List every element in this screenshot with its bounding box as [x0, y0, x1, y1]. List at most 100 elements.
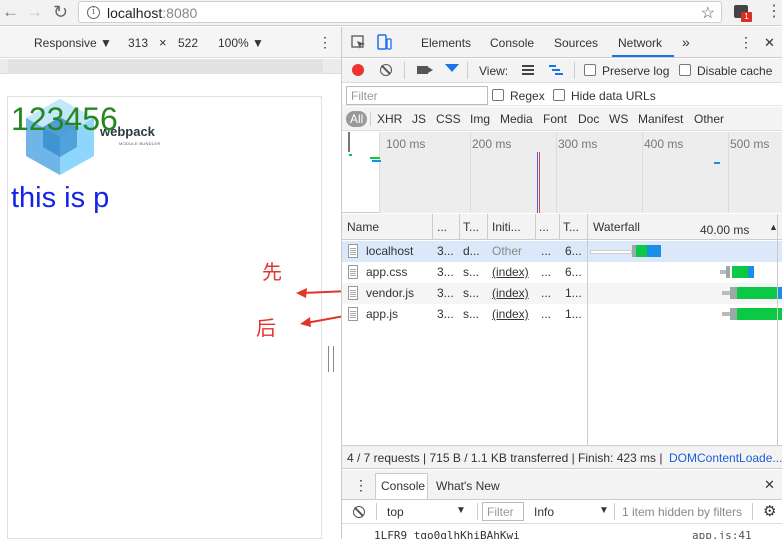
request-name[interactable]: vendor.js	[366, 286, 414, 300]
request-size: ...	[541, 286, 552, 300]
column-name-header[interactable]: Name	[347, 220, 379, 234]
console-filter-input[interactable]: Filter	[482, 502, 524, 521]
page-heading: 123456	[11, 101, 118, 137]
request-name[interactable]: app.css	[366, 265, 407, 279]
filter-funnel-icon[interactable]	[445, 64, 459, 72]
viewport-resize-handle[interactable]	[328, 346, 334, 372]
tick-line	[642, 132, 643, 213]
drawer-tab-console-label[interactable]: Console	[381, 479, 425, 493]
inspect-element-icon[interactable]	[351, 35, 366, 50]
request-initiator[interactable]: (index)	[492, 265, 529, 279]
table-row[interactable]: app.css 3... s... (index) ... 6...	[342, 262, 782, 283]
request-name[interactable]: localhost	[366, 244, 413, 258]
hide-data-urls-checkbox[interactable]	[553, 89, 565, 101]
type-filter-js[interactable]: JS	[412, 112, 426, 126]
network-overview-timeline[interactable]: 100 ms 200 ms 300 ms 400 ms 500 ms	[342, 132, 782, 213]
media-query-bar[interactable]	[0, 59, 341, 74]
type-filter-ws[interactable]: WS	[609, 112, 628, 126]
overview-waterfall-icon[interactable]	[549, 64, 563, 76]
waterfall-queue-bar	[590, 250, 632, 254]
domcontentloaded-link[interactable]: DOMContentLoade...	[669, 451, 782, 465]
toolbar-divider	[752, 503, 753, 520]
type-filter-other[interactable]: Other	[694, 112, 724, 126]
media-query-segment[interactable]	[8, 59, 323, 74]
console-clear-icon[interactable]	[353, 506, 365, 518]
type-filter-manifest[interactable]: Manifest	[638, 112, 683, 126]
device-height-input[interactable]: 522	[178, 36, 198, 50]
record-icon[interactable]	[352, 64, 364, 76]
request-initiator[interactable]: (index)	[492, 286, 529, 300]
disable-cache-checkbox[interactable]	[679, 64, 691, 76]
browser-menu-icon[interactable]: ⋮	[766, 3, 782, 21]
drawer-menu-icon[interactable]: ⋮	[354, 477, 368, 494]
toolbar-divider	[376, 503, 377, 520]
column-time-header[interactable]: T...	[563, 220, 579, 234]
request-type: s...	[463, 307, 480, 321]
device-more-icon[interactable]: ⋮	[318, 34, 332, 51]
context-selector[interactable]: top	[387, 505, 404, 519]
devtools-menu-icon[interactable]: ⋮	[739, 34, 753, 51]
device-width-input[interactable]: 313	[128, 36, 148, 50]
network-filter-input[interactable]: Filter	[346, 86, 488, 105]
tab-sources[interactable]: Sources	[554, 36, 598, 50]
device-mode-dropdown[interactable]: Responsive ▼	[34, 36, 112, 50]
type-filter-img[interactable]: Img	[470, 112, 490, 126]
hidden-items-note: 1 item hidden by filters	[622, 505, 743, 519]
request-initiator[interactable]: (index)	[492, 307, 529, 321]
tab-console[interactable]: Console	[490, 36, 534, 50]
type-filter-doc[interactable]: Doc	[578, 112, 599, 126]
type-divider	[370, 112, 371, 126]
column-initiator-header[interactable]: Initi...	[492, 220, 521, 234]
screenshot-camera-icon[interactable]	[417, 66, 433, 74]
type-filter-media[interactable]: Media	[500, 112, 533, 126]
type-filter-xhr[interactable]: XHR	[377, 112, 402, 126]
waterfall-stalled-bar	[730, 287, 737, 299]
type-filter-font[interactable]: Font	[543, 112, 567, 126]
type-filter-all[interactable]: All	[346, 111, 368, 127]
url-host: localhost	[107, 5, 163, 21]
request-size: ...	[541, 307, 552, 321]
waterfall-ttfb-bar	[737, 308, 782, 320]
log-level-arrow-icon[interactable]: ▼	[599, 505, 609, 516]
table-row[interactable]: app.js 3... s... (index) ... 1...	[342, 304, 782, 325]
info-icon[interactable]: i	[87, 6, 100, 19]
tab-elements[interactable]: Elements	[421, 36, 471, 50]
back-arrow-icon[interactable]: ←	[2, 2, 19, 22]
clear-icon[interactable]	[380, 64, 392, 76]
devtools-close-icon[interactable]: ✕	[764, 35, 775, 51]
annotation-second: 后	[256, 316, 276, 340]
large-rows-icon[interactable]	[522, 65, 534, 75]
overview-handle-left[interactable]	[348, 132, 350, 152]
type-filter-css[interactable]: CSS	[436, 112, 461, 126]
console-message-source[interactable]: app.js:41	[692, 529, 752, 539]
reload-icon[interactable]: ↻	[53, 2, 68, 22]
annotation-arrowhead-second	[300, 317, 311, 327]
bookmark-star-icon[interactable]: ☆	[701, 3, 715, 23]
context-dropdown-arrow-icon[interactable]: ▼	[456, 505, 466, 516]
column-divider	[535, 214, 536, 240]
log-level-dropdown[interactable]: Info	[534, 505, 554, 519]
column-waterfall-header[interactable]: Waterfall	[593, 220, 640, 234]
column-status-header[interactable]: ...	[437, 220, 447, 234]
drawer-close-icon[interactable]: ✕	[764, 477, 775, 493]
device-toolbar-icon[interactable]	[377, 34, 392, 50]
request-size: ...	[541, 244, 552, 258]
url-port: :8080	[162, 5, 198, 21]
forward-arrow-icon[interactable]: →	[26, 2, 43, 22]
zoom-dropdown[interactable]: 100% ▼	[218, 36, 264, 50]
table-row[interactable]: vendor.js 3... s... (index) ... 1...	[342, 283, 782, 304]
preserve-log-checkbox[interactable]	[584, 64, 596, 76]
address-bar[interactable]: i localhost:8080 ☆	[78, 1, 722, 23]
console-settings-gear-icon[interactable]: ⚙	[763, 502, 776, 520]
tick-line	[470, 132, 471, 213]
tab-network[interactable]: Network	[618, 36, 662, 50]
column-size-header[interactable]: ...	[539, 220, 549, 234]
regex-checkbox[interactable]	[492, 89, 504, 101]
column-type-header[interactable]: T...	[463, 220, 479, 234]
overview-request-bar	[349, 154, 352, 156]
table-row[interactable]: localhost 3... d... Other ... 6...	[342, 241, 782, 262]
request-name[interactable]: app.js	[366, 307, 398, 321]
console-message: 1LFR9_tgo0qlhKhiBAhKwi app.js:41	[342, 525, 782, 539]
drawer-tab-whats-new[interactable]: What's New	[436, 479, 500, 493]
more-tabs-icon[interactable]: »	[682, 34, 690, 50]
